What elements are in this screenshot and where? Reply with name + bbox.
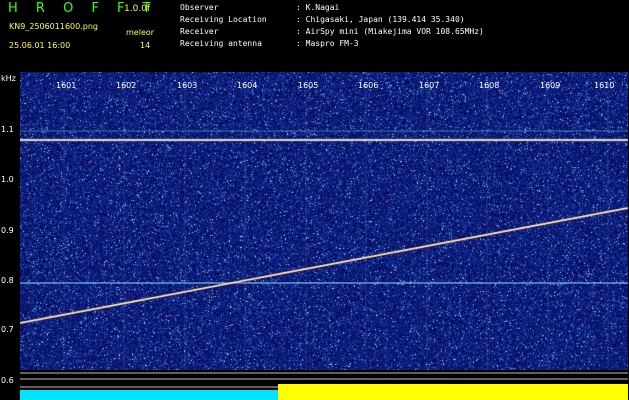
x-tick-1608: 1608 bbox=[479, 81, 500, 90]
signal-bar-yellow bbox=[278, 384, 628, 400]
x-tick-1610: 1610 bbox=[594, 81, 615, 90]
info-receiver-label: Receiver bbox=[180, 27, 219, 36]
info-observer-value: : K.Nagai bbox=[296, 3, 340, 12]
info-antenna-value: : Maspro FM-3 bbox=[296, 39, 359, 48]
info-location-label: Receiving Location bbox=[180, 15, 267, 24]
y-tick-0-9: 0.9 bbox=[1, 226, 14, 235]
signal-bar-cyan bbox=[20, 390, 278, 400]
datetime-label: 25.06.01 16:00 bbox=[9, 41, 71, 50]
y-tick-0-7: 0.7 bbox=[1, 325, 14, 334]
count-label: 14 bbox=[140, 41, 151, 50]
x-tick-1601: 1601 bbox=[56, 81, 77, 90]
x-tick-1602: 1602 bbox=[116, 81, 137, 90]
y-axis-unit: kHz bbox=[1, 74, 16, 83]
x-tick-1607: 1607 bbox=[419, 81, 440, 90]
info-receiver-value: : AirSpy mini (Miakejima VOR 108.65MHz) bbox=[296, 27, 484, 36]
y-tick-1-1: 1.1 bbox=[1, 125, 14, 134]
y-tick-1-0: 1.0 bbox=[1, 175, 14, 184]
spectrogram-panel bbox=[20, 72, 628, 400]
info-antenna-label: Receiving antenna bbox=[180, 39, 262, 48]
x-tick-1605: 1605 bbox=[298, 81, 319, 90]
y-tick-0-8: 0.8 bbox=[1, 276, 14, 285]
version-label: 1.0.0f bbox=[124, 4, 151, 14]
mode-label: meleor bbox=[126, 28, 155, 37]
x-tick-1604: 1604 bbox=[237, 81, 258, 90]
doppler-trace-glow bbox=[20, 206, 628, 325]
filename-label: KN9_2506011600.png bbox=[9, 22, 98, 31]
spectrogram-overlay bbox=[20, 82, 628, 400]
info-observer-label: Observer bbox=[180, 3, 219, 12]
y-tick-0-6: 0.6 bbox=[1, 376, 14, 385]
info-location-value: : Chigasaki, Japan (139.414 35.340) bbox=[296, 15, 465, 24]
x-tick-1603: 1603 bbox=[177, 81, 198, 90]
x-tick-1606: 1606 bbox=[358, 81, 379, 90]
x-tick-1609: 1609 bbox=[540, 81, 561, 90]
